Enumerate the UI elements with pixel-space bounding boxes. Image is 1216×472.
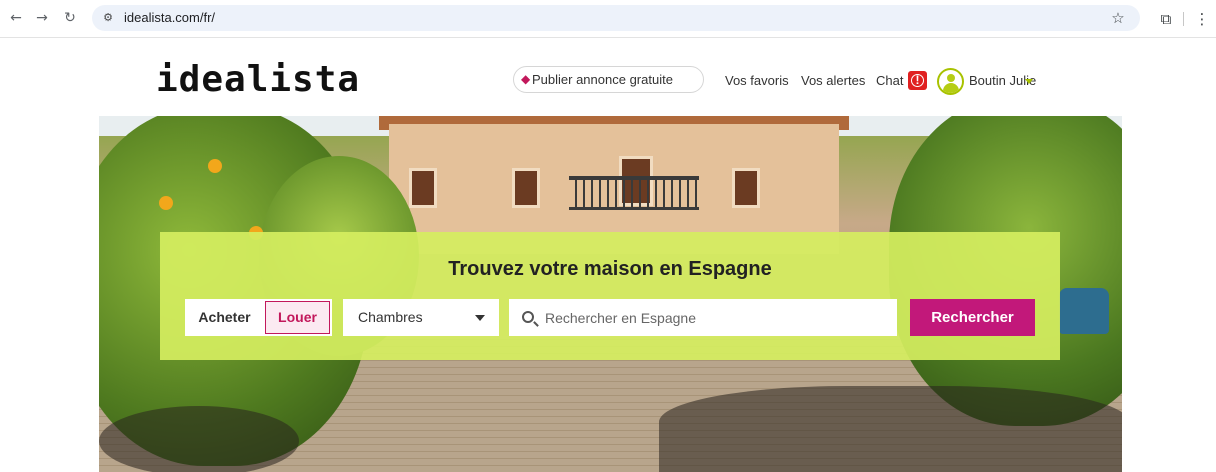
house-window xyxy=(512,168,540,208)
forward-icon[interactable]: → xyxy=(32,8,52,28)
menu-icon[interactable]: ⋮ xyxy=(1194,9,1210,29)
search-panel: Trouvez votre maison en Espagne Acheter … xyxy=(160,232,1060,360)
avatar[interactable] xyxy=(937,68,964,95)
rent-tab[interactable]: Louer xyxy=(265,301,330,334)
reload-icon[interactable]: ↻ xyxy=(60,8,80,28)
publish-ad-button[interactable]: ◆ Publier annonce gratuite xyxy=(513,66,704,93)
avatar-body xyxy=(943,83,959,93)
hero-shadow xyxy=(99,406,299,472)
buy-tab[interactable]: Acheter xyxy=(185,299,264,336)
hero-orange xyxy=(159,196,173,210)
avatar-head xyxy=(947,74,955,82)
pin-icon: ◆ xyxy=(521,72,531,86)
favorites-link[interactable]: Vos favoris xyxy=(725,72,789,90)
site-info-icon[interactable]: ⚙ xyxy=(100,10,116,26)
hero-shadow xyxy=(659,386,1122,472)
search-input[interactable] xyxy=(545,299,885,336)
search-button[interactable]: Rechercher xyxy=(910,299,1035,336)
chat-badge-text: ! xyxy=(915,73,920,87)
chevron-down-icon xyxy=(475,315,485,321)
extensions-icon[interactable]: ⧉ xyxy=(1156,9,1176,29)
alerts-link[interactable]: Vos alertes xyxy=(801,72,865,90)
hero-orange xyxy=(208,159,222,173)
publish-ad-label: Publier annonce gratuite xyxy=(532,72,673,87)
rooms-select-label: Chambres xyxy=(358,309,423,325)
house-window xyxy=(732,168,760,208)
chat-link[interactable]: Chat xyxy=(876,72,903,90)
search-title: Trouvez votre maison en Espagne xyxy=(448,258,772,280)
url-text[interactable]: idealista.com/fr/ xyxy=(124,5,215,31)
house-balcony xyxy=(569,176,699,210)
chat-alert-icon[interactable]: ! xyxy=(908,71,927,90)
idealista-logo[interactable]: idealista xyxy=(156,60,360,100)
chevron-down-icon[interactable] xyxy=(1025,79,1033,84)
house-window xyxy=(409,168,437,208)
star-icon[interactable]: ☆ xyxy=(1108,8,1128,28)
back-icon[interactable]: ← xyxy=(6,8,26,28)
operation-toggle: Acheter Louer xyxy=(185,299,332,336)
location-search-field[interactable] xyxy=(509,299,897,336)
toolbar-divider xyxy=(1183,12,1184,26)
rooms-select[interactable]: Chambres xyxy=(343,299,499,336)
address-bar[interactable]: ⚙ idealista.com/fr/ ☆ xyxy=(92,5,1140,31)
browser-toolbar: ← → ↻ ⚙ idealista.com/fr/ ☆ ⧉ ⋮ xyxy=(0,0,1216,38)
search-icon xyxy=(522,311,534,323)
hero-car xyxy=(1059,288,1109,334)
